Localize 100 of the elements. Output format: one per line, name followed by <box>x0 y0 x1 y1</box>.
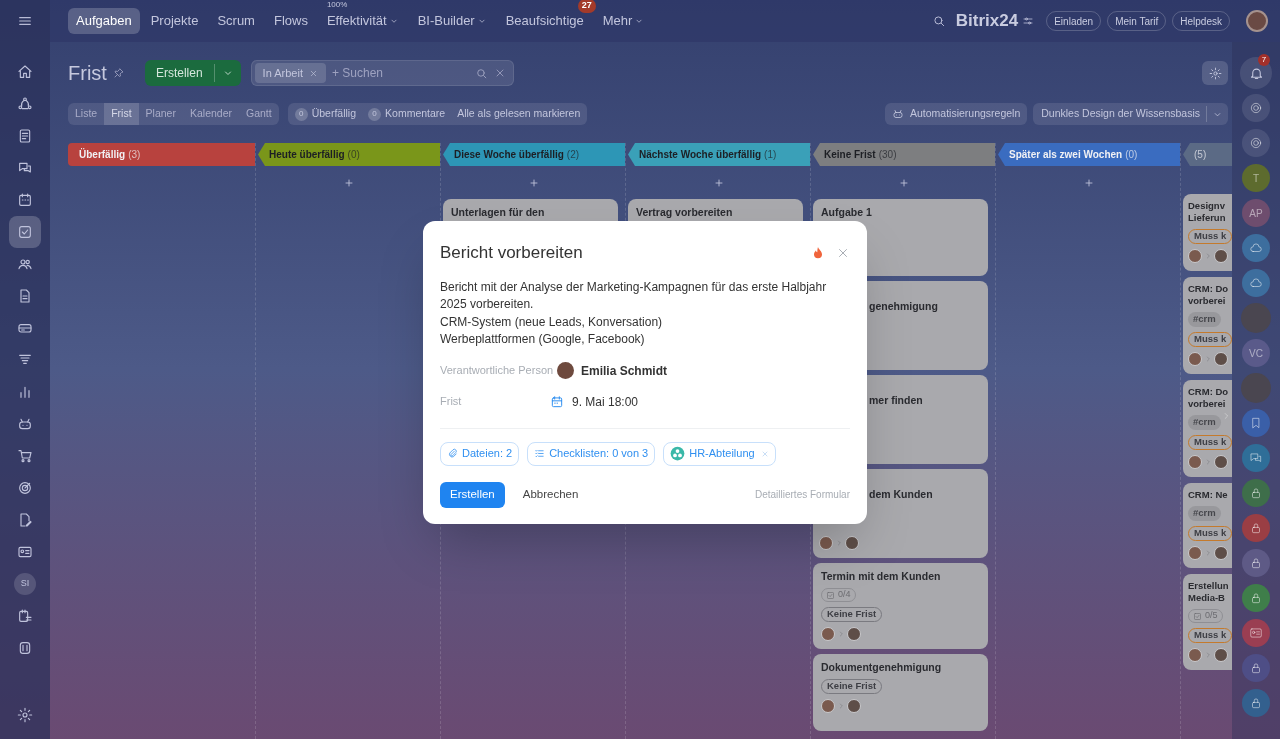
card-title: Vertrag vorbereiten <box>636 206 734 219</box>
settings-icon <box>1208 66 1222 80</box>
card-title: Designv Lieferun <box>1188 200 1227 224</box>
bell-icon <box>1248 65 1264 81</box>
field-value[interactable]: 9. Mai 18:00 <box>572 392 639 411</box>
sidebar-item[interactable] <box>9 216 41 248</box>
attachment-chip[interactable]: Checklisten: 0 von 3 <box>527 441 656 466</box>
create-split-button[interactable]: Erstellen <box>144 60 241 86</box>
tag-label[interactable]: #crm <box>1188 312 1221 327</box>
avatar <box>1188 352 1202 366</box>
nav-tab[interactable]: Scrum <box>209 8 263 34</box>
document-icon <box>17 288 33 304</box>
search-field[interactable]: In Arbeit + Suchen <box>250 60 514 86</box>
lock-icon <box>1249 661 1263 675</box>
document-pen-icon <box>17 512 33 528</box>
view-tab[interactable]: Liste <box>68 103 105 125</box>
checkbox-icon <box>826 590 835 600</box>
view-tab[interactable]: Frist <box>104 103 139 125</box>
group-icon <box>670 446 686 461</box>
plus-icon <box>713 177 725 189</box>
plus-icon <box>528 177 540 189</box>
notifications-button[interactable]: 7 <box>1240 57 1272 89</box>
avatar <box>819 536 833 550</box>
sliders-icon[interactable] <box>1022 15 1035 27</box>
settings-icon <box>17 707 33 723</box>
nav-tab[interactable]: Mehr <box>594 8 653 34</box>
count-badge: 0 <box>294 107 308 121</box>
calendar-icon[interactable] <box>550 394 564 409</box>
card-title: CRM: Ne <box>1188 489 1229 501</box>
task-card[interactable]: CRM: Do vorberei #crm Muss k <box>1183 277 1232 374</box>
create-button[interactable]: Erstellen <box>440 481 505 508</box>
nav-tab[interactable]: Aufgaben <box>68 8 140 34</box>
task-card[interactable]: Unterlagen für den <box>443 199 618 221</box>
lock-icon <box>1249 486 1263 500</box>
nav-tab[interactable]: BI-Builder <box>409 8 495 34</box>
field-label: Verantwortliche Person <box>440 363 555 379</box>
attachment-chip[interactable]: HR-Abteilung <box>663 441 776 466</box>
filter-chip[interactable]: In Arbeit <box>254 63 326 83</box>
column-header: (5) <box>1183 143 1232 166</box>
card-title: Dokumentgenehmigung <box>821 661 943 674</box>
logo-text: Bitrix24 <box>955 10 1019 33</box>
avatar <box>1188 455 1202 469</box>
people-icon <box>17 256 33 272</box>
avatar <box>1214 546 1228 560</box>
lock-icon <box>1249 556 1263 570</box>
cancel-button[interactable]: Abbrechen <box>522 485 579 504</box>
card-title: dem Kunden <box>869 488 934 501</box>
card-title: Aufgabe 1 <box>821 206 873 219</box>
contact-card-icon <box>17 544 33 560</box>
task-card[interactable]: Dokumentgenehmigung Keine Frist <box>813 654 988 731</box>
percentage-label: 100% <box>326 0 348 11</box>
search-icon[interactable] <box>474 66 488 80</box>
card-title: genehmigung <box>869 300 939 313</box>
nav-tab[interactable]: Projekte <box>142 8 207 34</box>
mark-read-link[interactable]: Alle als gelesen markieren <box>457 106 581 122</box>
chat-icon <box>1249 451 1263 465</box>
paperclip-icon <box>447 448 458 459</box>
page-title: Frist <box>68 61 107 86</box>
column-header: Überfällig (3) <box>68 143 255 166</box>
sidebar-app-button[interactable] <box>1242 129 1270 157</box>
avatar <box>847 627 861 641</box>
task-card[interactable]: CRM: Do vorberei #crm Muss k <box>1183 380 1232 477</box>
avatar <box>1188 648 1202 662</box>
task-card[interactable]: Designv Lieferun Muss k <box>1183 194 1232 271</box>
close-icon[interactable] <box>308 68 318 78</box>
lock-icon <box>1249 591 1263 605</box>
chat-icon <box>17 160 33 176</box>
attachment-chip[interactable]: Dateien: 2 <box>440 441 520 466</box>
plus-icon <box>343 177 355 189</box>
search-icon[interactable] <box>931 14 946 28</box>
task-card[interactable]: CRM: Ne #crm Muss k <box>1183 483 1232 568</box>
field-value: Emilia Schmidt <box>581 362 668 380</box>
rings-icon <box>1249 101 1263 115</box>
nav-tab[interactable]: Flows <box>265 8 316 34</box>
checklist-icon <box>534 448 546 459</box>
avatar <box>557 362 574 379</box>
plus-icon <box>1083 177 1095 189</box>
cloud-icon <box>1249 241 1263 255</box>
sidebar-app-button[interactable] <box>1242 94 1270 122</box>
card-title: Unterlagen für den <box>451 206 546 219</box>
bar-chart-icon <box>17 384 33 400</box>
theme-dropdown[interactable]: Dunkles Design der Wissensbasis <box>1033 103 1228 125</box>
pin-icon[interactable] <box>112 67 125 79</box>
task-card[interactable]: Vertrag vorbereiten <box>628 199 803 221</box>
automation-button[interactable]: Automatisierungsregeln <box>884 103 1028 125</box>
view-tab[interactable]: Planer <box>138 103 183 125</box>
view-tab[interactable]: Gantt <box>239 103 279 125</box>
column-header: Heute überfällig (0) <box>258 143 440 166</box>
avatar <box>1214 455 1228 469</box>
calendar-list-icon <box>17 608 33 624</box>
tag-label[interactable]: #crm <box>1188 506 1221 521</box>
card-title: Erstellun Media-B <box>1188 580 1230 604</box>
column-header: Nächste Woche überfällig (1) <box>628 143 810 166</box>
view-tab[interactable]: Kalender <box>182 103 239 125</box>
rings-icon <box>1249 136 1263 150</box>
tag-label[interactable]: #crm <box>1188 415 1221 430</box>
counter-filter[interactable]: 0 Überfällig <box>294 106 357 122</box>
settings-button[interactable] <box>1202 61 1228 85</box>
cloud-icon <box>1249 276 1263 290</box>
nav-tab[interactable]: Effektivität <box>318 8 407 34</box>
